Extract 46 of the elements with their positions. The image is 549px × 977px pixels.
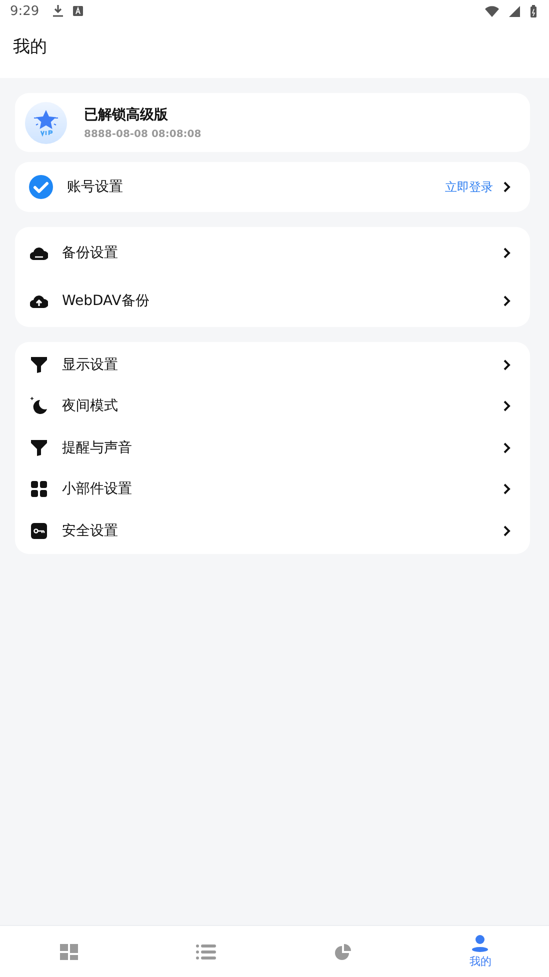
row-label: 小部件设置 xyxy=(62,480,132,498)
settings-row[interactable]: 安全设置 xyxy=(15,510,530,552)
row-label: 提醒与声音 xyxy=(62,438,132,457)
signal-icon xyxy=(509,6,520,16)
app-notification-icon xyxy=(73,6,84,16)
chevron-right-icon xyxy=(503,358,511,371)
funnel-icon xyxy=(30,356,48,373)
row-label: 安全设置 xyxy=(62,522,118,540)
grid-icon xyxy=(30,481,48,498)
funnel-icon xyxy=(30,440,48,456)
row-label: 备份设置 xyxy=(62,244,118,262)
download-icon xyxy=(53,5,64,17)
settings-row[interactable]: 夜间模式 xyxy=(15,386,530,427)
page-title: 我的 xyxy=(13,36,47,58)
chevron-right-icon xyxy=(503,295,511,307)
person-icon xyxy=(472,934,488,952)
list-icon xyxy=(196,944,216,960)
chevron-right-icon xyxy=(503,247,511,259)
check-circle-icon xyxy=(29,175,53,199)
key-icon xyxy=(30,522,48,539)
status-time: 9:29 xyxy=(10,4,40,18)
settings-row[interactable]: 提醒与声音 xyxy=(15,427,530,468)
vip-status: 已解锁高级版 xyxy=(84,106,169,124)
settings-row[interactable]: 备份设置 xyxy=(15,229,530,277)
settings-row[interactable]: 显示设置 xyxy=(15,344,530,386)
settings-row[interactable]: WebDAV备份 xyxy=(15,277,530,325)
chevron-right-icon xyxy=(503,524,511,537)
chevron-right-icon xyxy=(503,181,511,193)
settings-row[interactable]: 小部件设置 xyxy=(15,468,530,510)
chevron-right-icon xyxy=(503,483,511,496)
moon-icon xyxy=(30,397,48,416)
cloud-upload-icon xyxy=(30,294,48,308)
login-link[interactable]: 立即登录 xyxy=(445,178,493,196)
row-label: 账号设置 xyxy=(67,178,123,196)
row-label: 显示设置 xyxy=(62,356,118,374)
vip-date: 8888-08-08 08:08:08 xyxy=(84,128,202,140)
dashboard-icon xyxy=(60,944,78,960)
battery-icon xyxy=(530,4,537,18)
chevron-right-icon xyxy=(503,442,511,454)
chevron-right-icon xyxy=(503,400,511,412)
row-label: WebDAV备份 xyxy=(62,292,150,310)
wifi-icon xyxy=(485,6,499,16)
pie-chart-icon xyxy=(335,944,352,960)
account-row[interactable]: 账号设置 立即登录 xyxy=(15,162,530,212)
cloud-icon xyxy=(30,246,48,260)
row-label: 夜间模式 xyxy=(62,397,118,416)
